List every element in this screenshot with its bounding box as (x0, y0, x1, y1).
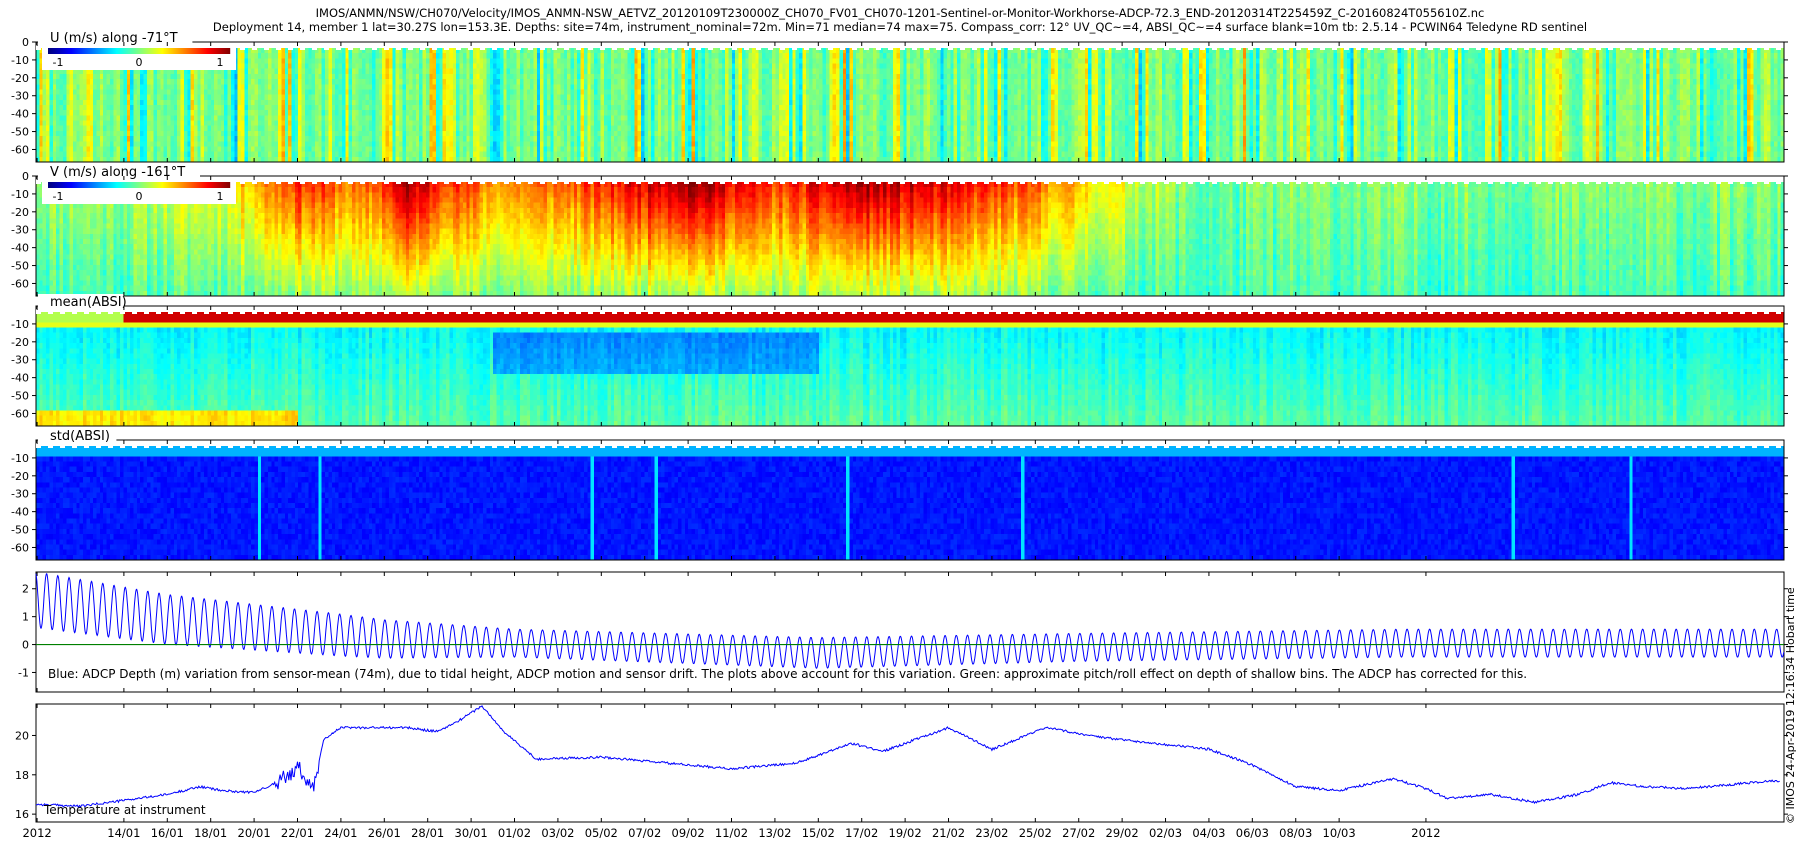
y-tick-label: -40 (11, 108, 29, 121)
y-tick-label: -40 (11, 506, 29, 519)
y-tick-label: -1 (18, 666, 29, 679)
x-tick-label: 15/02 (802, 826, 835, 840)
x-tick-label: 29/02 (1106, 826, 1139, 840)
adcp-figure: 0-10-20-30-40-50-60U (m/s) along -71°T-1… (11, 30, 1788, 840)
v-colorbar: -1 0 1 (42, 180, 236, 204)
y-tick-label: 0 (22, 170, 29, 183)
x-tick-label: 28/01 (411, 826, 444, 840)
y-tick-label: -20 (11, 470, 29, 483)
colorbar-tick-label: 1 (217, 56, 224, 69)
x-tick-label: 26/01 (368, 826, 401, 840)
mean_absi-heatmap (36, 312, 1784, 426)
mean_absi-label-text: mean(ABSI) (50, 295, 127, 310)
colorbar-tick-label: 1 (217, 190, 224, 203)
y-tick-label: -30 (11, 354, 29, 367)
y-tick-label: 1 (22, 611, 29, 624)
y-tick-label: 16 (15, 808, 29, 821)
colorbar-tick-label: -1 (53, 190, 64, 203)
y-tick-label: -10 (11, 452, 29, 465)
colorbar-tick-label: 0 (136, 56, 143, 69)
std_absi-label-text: std(ABSI) (50, 429, 110, 444)
y-tick-label: 20 (15, 729, 29, 742)
mean_absi-label: mean(ABSI) (38, 294, 127, 310)
x-tick-label: 24/01 (324, 826, 357, 840)
y-tick-label: 18 (15, 769, 29, 782)
x-tick-label: 27/02 (1062, 826, 1095, 840)
u-label: U (m/s) along -71°T (38, 30, 193, 46)
x-tick-label: 11/02 (715, 826, 748, 840)
y-tick-label: -30 (11, 224, 29, 237)
y-tick-label: -10 (11, 54, 29, 67)
y-tick-label: -60 (11, 143, 29, 156)
u-heatmap (36, 48, 1784, 162)
y-tick-label: -40 (11, 242, 29, 255)
x-tick-label: 23/02 (975, 826, 1008, 840)
y-tick-label: -60 (11, 407, 29, 420)
y-tick-label: -20 (11, 206, 29, 219)
y-tick-label: -60 (11, 277, 29, 290)
x-tick-label: 05/02 (585, 826, 618, 840)
colorbar-tick-label: 0 (136, 190, 143, 203)
std_absi-heatmap (36, 446, 1784, 560)
x-tick-label: 21/02 (932, 826, 965, 840)
x-tick-label: 2012 (1411, 826, 1440, 840)
y-tick-label: -50 (11, 390, 29, 403)
x-tick-label: 22/01 (281, 826, 314, 840)
x-tick-label: 08/03 (1279, 826, 1312, 840)
v-label-text: V (m/s) along -161°T (50, 165, 185, 180)
x-tick-label: 10/03 (1323, 826, 1356, 840)
v-heatmap (36, 182, 1784, 296)
x-tick-label: 30/01 (455, 826, 488, 840)
y-tick-label: -30 (11, 488, 29, 501)
y-tick-label: 2 (22, 583, 29, 596)
x-tick-label: 2012 (22, 826, 51, 840)
y-tick-label: -10 (11, 188, 29, 201)
x-tick-label: 09/02 (672, 826, 705, 840)
depth-series (35, 573, 1785, 669)
std_absi-label: std(ABSI) (38, 428, 117, 444)
y-tick-label: -50 (11, 126, 29, 139)
x-tick-label: 25/02 (1019, 826, 1052, 840)
u-colorbar: -1 0 1 (42, 46, 236, 70)
y-tick-label: -20 (11, 336, 29, 349)
colorbar-tick-label: -1 (53, 56, 64, 69)
x-tick-label: 19/02 (889, 826, 922, 840)
y-tick-label: -40 (11, 372, 29, 385)
depth-annotation: Blue: ADCP Depth (m) variation from sens… (48, 667, 1527, 681)
y-tick-label: 0 (22, 36, 29, 49)
x-tick-label: 06/03 (1236, 826, 1269, 840)
y-tick-label: 0 (22, 639, 29, 652)
x-tick-label: 13/02 (758, 826, 791, 840)
y-tick-label: -30 (11, 90, 29, 103)
x-tick-label: 16/01 (151, 826, 184, 840)
x-tick-label: 04/03 (1192, 826, 1225, 840)
x-tick-label: 18/01 (194, 826, 227, 840)
y-tick-label: -60 (11, 541, 29, 554)
x-tick-label: 03/02 (541, 826, 574, 840)
x-tick-label: 02/03 (1149, 826, 1182, 840)
x-tick-label: 20/01 (238, 826, 271, 840)
x-tick-label: 01/02 (498, 826, 531, 840)
x-tick-label: 14/01 (107, 826, 140, 840)
y-tick-label: -50 (11, 524, 29, 537)
temperature-axes: 20 18 16 (15, 703, 1788, 823)
x-tick-label: 17/02 (845, 826, 878, 840)
y-tick-label: -50 (11, 260, 29, 273)
v-label: V (m/s) along -161°T (38, 164, 200, 180)
u-label-text: U (m/s) along -71°T (50, 31, 178, 46)
temperature-series (35, 705, 1780, 809)
y-tick-label: -10 (11, 318, 29, 331)
y-tick-label: -20 (11, 72, 29, 85)
temperature-annotation: Temperature at instrument (43, 803, 206, 817)
x-tick-label: 07/02 (628, 826, 661, 840)
